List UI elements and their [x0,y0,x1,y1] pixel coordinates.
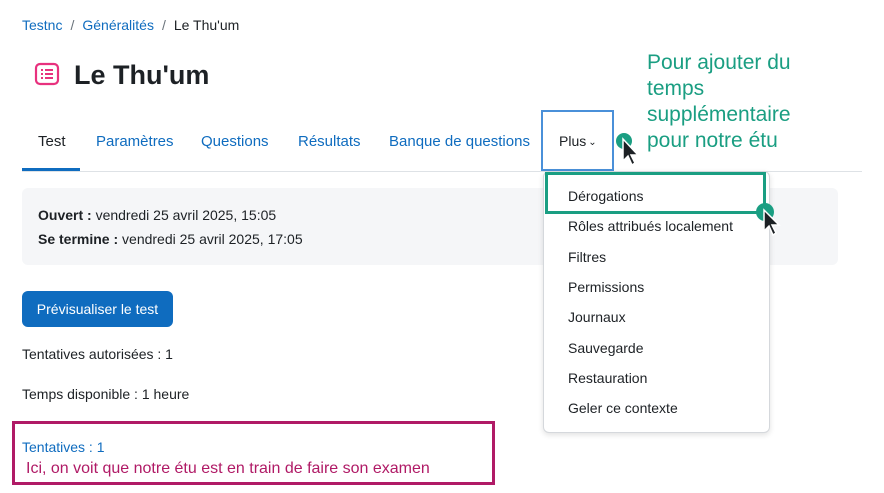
quiz-icon [34,61,60,87]
tab-banque-questions[interactable]: Banque de questions [389,132,530,152]
cursor-pointer-icon [613,133,643,174]
time-available: Temps disponible : 1 heure [22,386,190,402]
attempts-allowed: Tentatives autorisées : 1 [22,346,173,362]
annotation-text-attempts: Ici, on voit que notre étu est en train … [26,460,430,477]
tab-test[interactable]: Test [38,132,66,152]
menu-item-restauration[interactable]: Restauration [568,370,647,386]
annotation-line: supplémentaire [647,103,791,126]
page-title: Le Thu'um [74,60,210,90]
annotation-line: temps [647,77,705,100]
cursor-pointer-icon [754,201,784,242]
breadcrumb-link-course[interactable]: Testnc [22,17,62,33]
menu-item-roles-locaux[interactable]: Rôles attribués localement [568,218,733,234]
breadcrumb-link-section[interactable]: Généralités [82,17,154,33]
preview-quiz-button[interactable]: Prévisualiser le test [22,291,173,327]
close-date-value: vendredi 25 avril 2025, 17:05 [122,231,303,247]
breadcrumb-separator: / [70,17,75,33]
annotation-highlight-plus [541,110,614,171]
annotation-text-derogations: Pour ajouter du temps supplémentaire pou… [647,50,791,154]
open-date-label: Ouvert : [38,207,92,223]
menu-item-filtres[interactable]: Filtres [568,249,606,265]
menu-item-permissions[interactable]: Permissions [568,279,644,295]
annotation-highlight-derogations [545,172,766,214]
annotation-line: Pour ajouter du [647,51,791,74]
tab-resultats[interactable]: Résultats [298,132,361,152]
breadcrumb-current: Le Thu'um [173,17,240,33]
annotation-line: pour notre étu [647,129,778,152]
breadcrumb-separator: / [161,17,166,33]
close-date-label: Se termine : [38,231,119,247]
menu-item-journaux[interactable]: Journaux [568,309,626,325]
open-date: Ouvert : vendredi 25 avril 2025, 15:05 [38,207,276,223]
menu-item-geler-contexte[interactable]: Geler ce contexte [568,400,678,416]
menu-item-sauvegarde[interactable]: Sauvegarde [568,340,644,356]
attempts-link[interactable]: Tentatives : 1 [22,439,105,455]
breadcrumb: Testnc / Généralités / Le Thu'um [22,17,239,33]
close-date: Se termine : vendredi 25 avril 2025, 17:… [38,231,303,247]
tab-questions[interactable]: Questions [201,132,269,152]
tab-parametres[interactable]: Paramètres [96,132,174,152]
open-date-value: vendredi 25 avril 2025, 15:05 [95,207,277,223]
